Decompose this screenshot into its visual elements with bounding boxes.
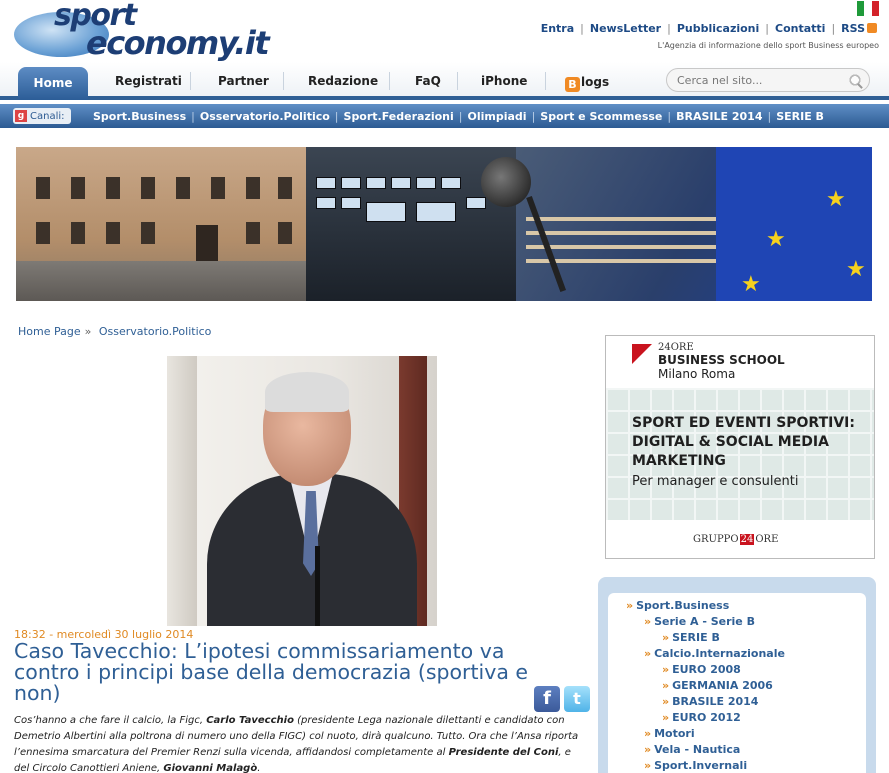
search-input[interactable]: Cerca nel sito... <box>666 68 870 92</box>
menu-serie-a-serie-b[interactable]: Serie A - Serie B <box>644 615 755 628</box>
separator: | <box>667 22 671 35</box>
logo-line2: economy.it <box>86 24 270 62</box>
menu-brasile-2014[interactable]: BRASILE 2014 <box>662 695 758 708</box>
separator: | <box>458 109 463 123</box>
microphone-icon <box>481 157 531 207</box>
site-header: sport economy.it Entra | NewsLetter | Pu… <box>0 0 889 62</box>
italy-flag-icon[interactable] <box>857 1 879 16</box>
article-photo[interactable] <box>167 356 437 626</box>
breadcrumb-home[interactable]: Home Page <box>18 325 81 338</box>
nav-iphone[interactable]: iPhone <box>481 74 527 88</box>
body-bold: Giovanni Malagò <box>163 763 258 773</box>
channel-sport-business[interactable]: Sport.Business <box>93 110 186 123</box>
body-text: . <box>257 763 261 773</box>
separator: | <box>191 109 195 123</box>
rss-label: RSS <box>841 22 865 35</box>
ad-brand-top: 24ORE <box>658 342 694 353</box>
link-entra[interactable]: Entra <box>541 22 574 35</box>
menu-sport-invernali[interactable]: Sport.Invernali <box>644 759 747 772</box>
nav-separator <box>457 72 458 90</box>
breadcrumb: Home Page» Osservatorio.Politico <box>18 325 211 338</box>
top-links: Entra | NewsLetter | Pubblicazioni | Con… <box>541 22 877 35</box>
menu-germania-2006[interactable]: GERMANIA 2006 <box>662 679 773 692</box>
nav-separator <box>545 72 546 90</box>
menu-vela-nautica[interactable]: Vela - Nautica <box>644 743 740 756</box>
separator: | <box>580 22 584 35</box>
ad-footer-b: 24 <box>739 534 755 545</box>
nav-separator <box>283 72 284 90</box>
ad-footer-a: GRUPPO <box>693 534 739 545</box>
main-nav: Home Registrati Partner Redazione FaQ iP… <box>0 62 889 100</box>
ad-brand-city: Milano Roma <box>658 367 736 381</box>
nav-partner[interactable]: Partner <box>218 74 269 88</box>
channel-serie-b[interactable]: SERIE B <box>776 110 824 123</box>
google-icon: g <box>15 110 27 122</box>
body-bold: Presidente del Coni <box>448 747 559 758</box>
ad-headline: SPORT ED EVENTI SPORTIVI: DIGITAL & SOCI… <box>632 415 855 469</box>
ad-footer: GRUPPO 24 ORE <box>692 534 779 545</box>
blogger-icon: B <box>565 77 580 92</box>
link-contatti[interactable]: Contatti <box>775 22 825 35</box>
menu-calcio-internazionale[interactable]: Calcio.Internazionale <box>644 647 785 660</box>
rss-icon <box>867 23 877 33</box>
site-logo[interactable]: sport economy.it <box>14 0 284 62</box>
separator: | <box>667 109 672 123</box>
body-bold: Carlo Tavecchio <box>206 715 294 726</box>
separator: | <box>765 22 770 35</box>
ad-footer-c: ORE <box>755 534 779 545</box>
breadcrumb-current[interactable]: Osservatorio.Politico <box>99 325 212 338</box>
header-banner-image: ★ ★ ★ ★ <box>16 147 872 301</box>
body-text: Cos’hanno a che fare il calcio, la Figc, <box>14 715 207 726</box>
channel-olimpiadi[interactable]: Olimpiadi <box>468 110 527 123</box>
nav-faq[interactable]: FaQ <box>415 74 441 88</box>
channel-links: Sport.Business | Osservatorio.Politico | S… <box>93 110 824 123</box>
search-icon[interactable] <box>846 71 864 89</box>
nav-registrati[interactable]: Registrati <box>115 74 182 88</box>
menu-euro-2012[interactable]: EURO 2012 <box>662 711 741 724</box>
ad-logo-icon <box>632 344 652 364</box>
nav-separator <box>190 72 191 90</box>
search-placeholder: Cerca nel sito... <box>677 74 763 87</box>
link-newsletter[interactable]: NewsLetter <box>590 22 661 35</box>
link-pubblicazioni[interactable]: Pubblicazioni <box>677 22 759 35</box>
menu-motori[interactable]: Motori <box>644 727 695 740</box>
menu-sport-business[interactable]: Sport.Business <box>626 599 729 612</box>
nav-redazione[interactable]: Redazione <box>308 74 378 88</box>
palazzo-image <box>16 147 306 301</box>
separator: | <box>831 22 836 35</box>
article-title[interactable]: Caso Tavecchio: L’ipotesi commissariamen… <box>14 641 574 704</box>
nav-blogs[interactable]: Blogs <box>565 75 609 92</box>
channels-label[interactable]: g Canali: <box>13 108 71 124</box>
channels-bar: g Canali: Sport.Business | Osservatorio.P… <box>0 104 889 128</box>
share-buttons: f t <box>534 686 590 712</box>
separator: | <box>531 109 536 123</box>
tagline: L'Agenzia di informazione dello sport Bu… <box>657 41 879 50</box>
menu-euro-2008[interactable]: EURO 2008 <box>662 663 741 676</box>
facebook-icon[interactable]: f <box>534 686 560 712</box>
ad-subline: Per manager e consulenti <box>632 474 799 489</box>
twitter-icon[interactable]: t <box>564 686 590 712</box>
nav-blogs-label: logs <box>581 75 610 89</box>
channel-brasile-2014[interactable]: BRASILE 2014 <box>676 110 762 123</box>
separator: | <box>334 109 339 123</box>
article-body: Cos’hanno a che fare il calcio, la Figc,… <box>14 713 584 773</box>
link-rss[interactable]: RSS <box>841 22 877 35</box>
channels-label-text: Canali: <box>30 110 65 122</box>
nav-home[interactable]: Home <box>18 67 88 100</box>
channel-sport-federazioni[interactable]: Sport.Federazioni <box>344 110 454 123</box>
nav-separator <box>389 72 390 90</box>
parliament-image: ★ ★ ★ ★ <box>516 147 872 301</box>
breadcrumb-separator: » <box>84 325 92 338</box>
ad-banner[interactable]: 24ORE BUSINESS SCHOOL Milano Roma SPORT … <box>605 335 875 559</box>
menu-serie-b[interactable]: SERIE B <box>662 631 720 644</box>
separator: | <box>767 109 772 123</box>
ad-brand-name: BUSINESS SCHOOL <box>658 353 785 367</box>
channel-sport-scommesse[interactable]: Sport e Scommesse <box>540 110 662 123</box>
channel-osservatorio-politico[interactable]: Osservatorio.Politico <box>200 110 330 123</box>
